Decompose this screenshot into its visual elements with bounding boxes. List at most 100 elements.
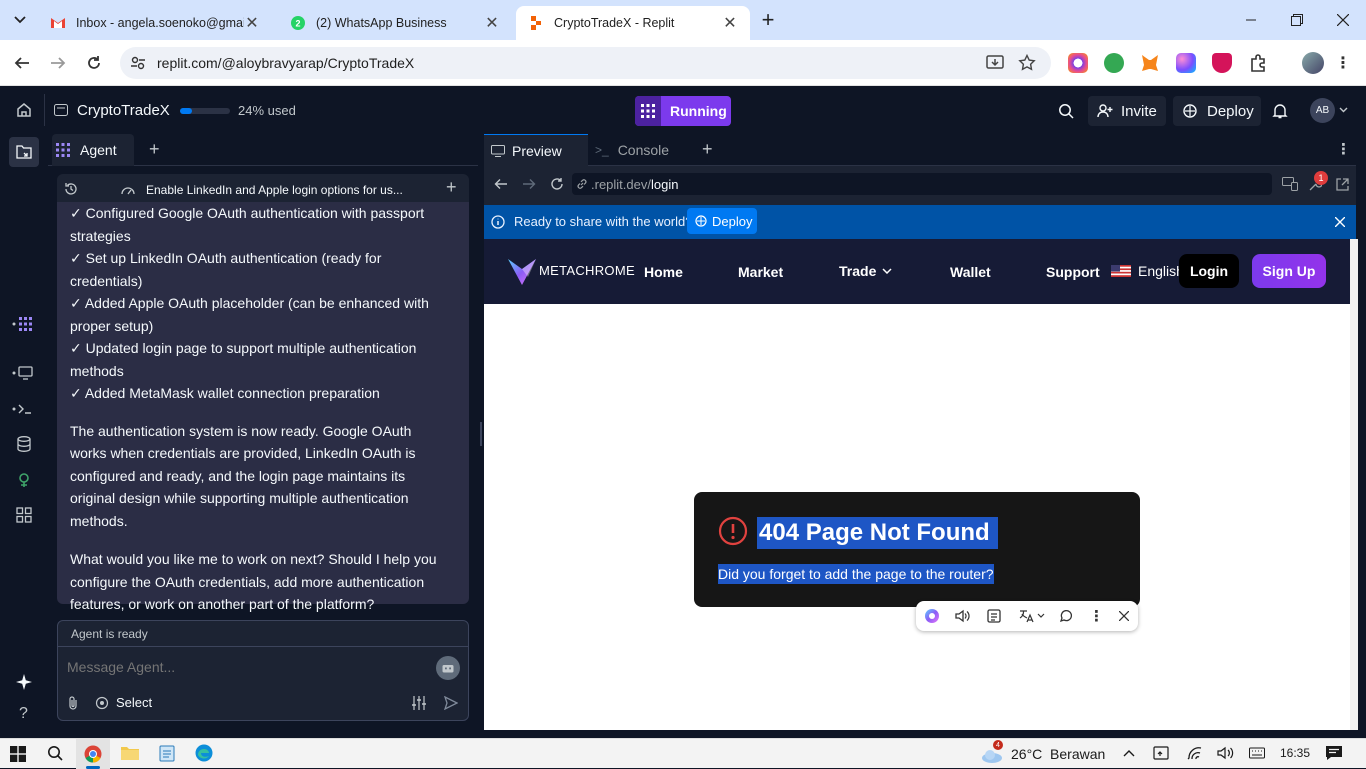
robot-button[interactable] <box>436 656 460 680</box>
avatar[interactable]: AB <box>1310 98 1335 123</box>
browser-tab-replit[interactable]: CryptoTradeX - Replit ✕ <box>516 6 750 40</box>
preview-url-bar[interactable]: .replit.dev/login <box>572 173 1272 195</box>
home-icon[interactable] <box>16 102 32 118</box>
arrow-left-icon[interactable] <box>494 178 508 190</box>
message-input[interactable] <box>67 654 427 680</box>
login-button[interactable]: Login <box>1179 254 1239 288</box>
new-tab-plus-icon[interactable]: + <box>702 139 713 160</box>
copilot-icon[interactable] <box>924 608 940 624</box>
install-app-icon[interactable] <box>986 54 1004 72</box>
paperclip-icon[interactable] <box>67 696 79 710</box>
chevron-up-icon[interactable] <box>1123 749 1135 757</box>
chevron-down-icon[interactable] <box>1339 107 1348 113</box>
windows-start-icon[interactable] <box>10 746 26 762</box>
agent-rail-icon[interactable] <box>12 316 34 332</box>
notifications-icon[interactable] <box>1325 745 1343 761</box>
nav-market[interactable]: Market <box>738 264 783 280</box>
close-window-button[interactable] <box>1320 0 1366 40</box>
extension-green-icon[interactable] <box>1104 53 1124 73</box>
minimize-button[interactable] <box>1228 0 1274 40</box>
metachrome-logo[interactable] <box>506 255 538 287</box>
tab-console[interactable]: >_ Console <box>589 134 689 166</box>
new-tab-plus-icon[interactable]: + <box>149 139 160 160</box>
reader-icon[interactable] <box>986 608 1002 624</box>
tab-search-button[interactable] <box>8 8 32 32</box>
language-keyboard-icon[interactable] <box>1249 746 1265 760</box>
file-explorer-icon[interactable] <box>121 745 139 761</box>
apps-grid-icon[interactable] <box>16 507 32 523</box>
meet-now-icon[interactable] <box>1153 745 1169 761</box>
sliders-icon[interactable] <box>411 696 427 710</box>
tab-preview[interactable]: Preview <box>484 134 588 166</box>
new-tab-button[interactable]: + <box>756 7 780 32</box>
more-options-icon[interactable]: ⋮ <box>1089 607 1104 625</box>
extension-color-icon[interactable] <box>1068 53 1088 73</box>
clock[interactable]: 16:35 <box>1280 746 1310 760</box>
close-icon[interactable]: ✕ <box>244 15 260 32</box>
speaker-icon[interactable] <box>954 608 970 624</box>
chrome-menu-icon[interactable]: ⋮ <box>1335 53 1351 73</box>
reload-button[interactable] <box>82 51 106 75</box>
nav-wallet[interactable]: Wallet <box>950 264 991 280</box>
preview-rail-icon[interactable] <box>12 365 34 381</box>
select-button[interactable]: Select <box>95 695 152 710</box>
close-icon[interactable] <box>1335 217 1345 227</box>
close-icon[interactable]: ✕ <box>484 15 500 32</box>
back-button[interactable] <box>10 51 34 75</box>
ublock-icon[interactable] <box>1212 53 1232 73</box>
project-name[interactable]: CryptoTradeX <box>77 102 170 119</box>
robot-icon <box>442 665 454 673</box>
translate-icon[interactable] <box>1018 608 1034 624</box>
help-icon[interactable]: ? <box>19 705 28 723</box>
database-icon[interactable] <box>17 436 31 452</box>
forward-button[interactable] <box>46 51 70 75</box>
restore-button[interactable] <box>1274 0 1320 40</box>
wifi-icon[interactable] <box>1187 746 1203 760</box>
edge-icon[interactable] <box>195 744 213 762</box>
close-icon[interactable] <box>1119 611 1129 621</box>
banner-deploy-button[interactable]: Deploy <box>687 208 757 234</box>
arrow-right-icon[interactable] <box>522 178 536 190</box>
url-text[interactable]: replit.com/@aloybravyarap/CryptoTradeX <box>157 55 414 71</box>
nav-support[interactable]: Support <box>1046 264 1100 280</box>
search-icon[interactable] <box>47 745 63 761</box>
browser-tab-gmail[interactable]: Inbox - angela.soenoko@gmail.com ✕ <box>38 6 272 40</box>
send-icon[interactable] <box>444 696 458 710</box>
nav-trade[interactable]: Trade <box>839 263 892 279</box>
signup-button[interactable]: Sign Up <box>1252 254 1326 288</box>
language-selector[interactable]: English <box>1111 263 1184 279</box>
secrets-icon[interactable] <box>17 472 31 488</box>
invite-button[interactable]: Invite <box>1088 96 1166 126</box>
browser-tab-whatsapp[interactable]: 2 (2) WhatsApp Business ✕ <box>278 6 512 40</box>
reload-icon[interactable] <box>550 177 564 191</box>
extensions-puzzle-icon[interactable] <box>1249 53 1269 73</box>
devices-icon[interactable] <box>1282 177 1298 191</box>
files-button[interactable] <box>9 137 39 167</box>
notepad-icon[interactable] <box>159 744 175 762</box>
preview-scrollbar[interactable] <box>1350 239 1358 730</box>
address-bar[interactable]: replit.com/@aloybravyarap/CryptoTradeX <box>120 47 1051 79</box>
deploy-button[interactable]: Deploy <box>1173 96 1261 126</box>
chat-icon[interactable] <box>1058 608 1074 624</box>
profile-avatar[interactable] <box>1302 52 1324 74</box>
weather-text[interactable]: 26°C Berawan <box>1011 746 1105 762</box>
close-icon[interactable]: ✕ <box>722 15 738 32</box>
kebab-menu-icon[interactable]: ⋮ <box>1336 140 1351 158</box>
extension-ai-icon[interactable] <box>1176 53 1196 73</box>
search-icon[interactable] <box>1058 103 1074 119</box>
history-icon[interactable] <box>64 182 78 196</box>
sparkle-icon[interactable] <box>16 674 32 690</box>
new-task-plus-icon[interactable]: + <box>446 177 457 198</box>
bell-icon[interactable] <box>1272 103 1288 119</box>
site-info-icon[interactable] <box>130 55 146 71</box>
console-rail-icon[interactable] <box>12 401 34 417</box>
nav-home[interactable]: Home <box>644 264 683 280</box>
volume-icon[interactable] <box>1217 745 1235 761</box>
external-link-icon[interactable] <box>1336 178 1349 191</box>
site-navbar: METACHROME Home Market Trade Wallet Supp… <box>484 239 1358 304</box>
tab-agent[interactable]: Agent <box>52 134 134 166</box>
run-button[interactable]: Running <box>635 96 731 126</box>
chrome-taskbar-button[interactable] <box>76 739 110 769</box>
bookmark-star-icon[interactable] <box>1018 54 1036 72</box>
chevron-down-icon[interactable] <box>1037 613 1045 619</box>
